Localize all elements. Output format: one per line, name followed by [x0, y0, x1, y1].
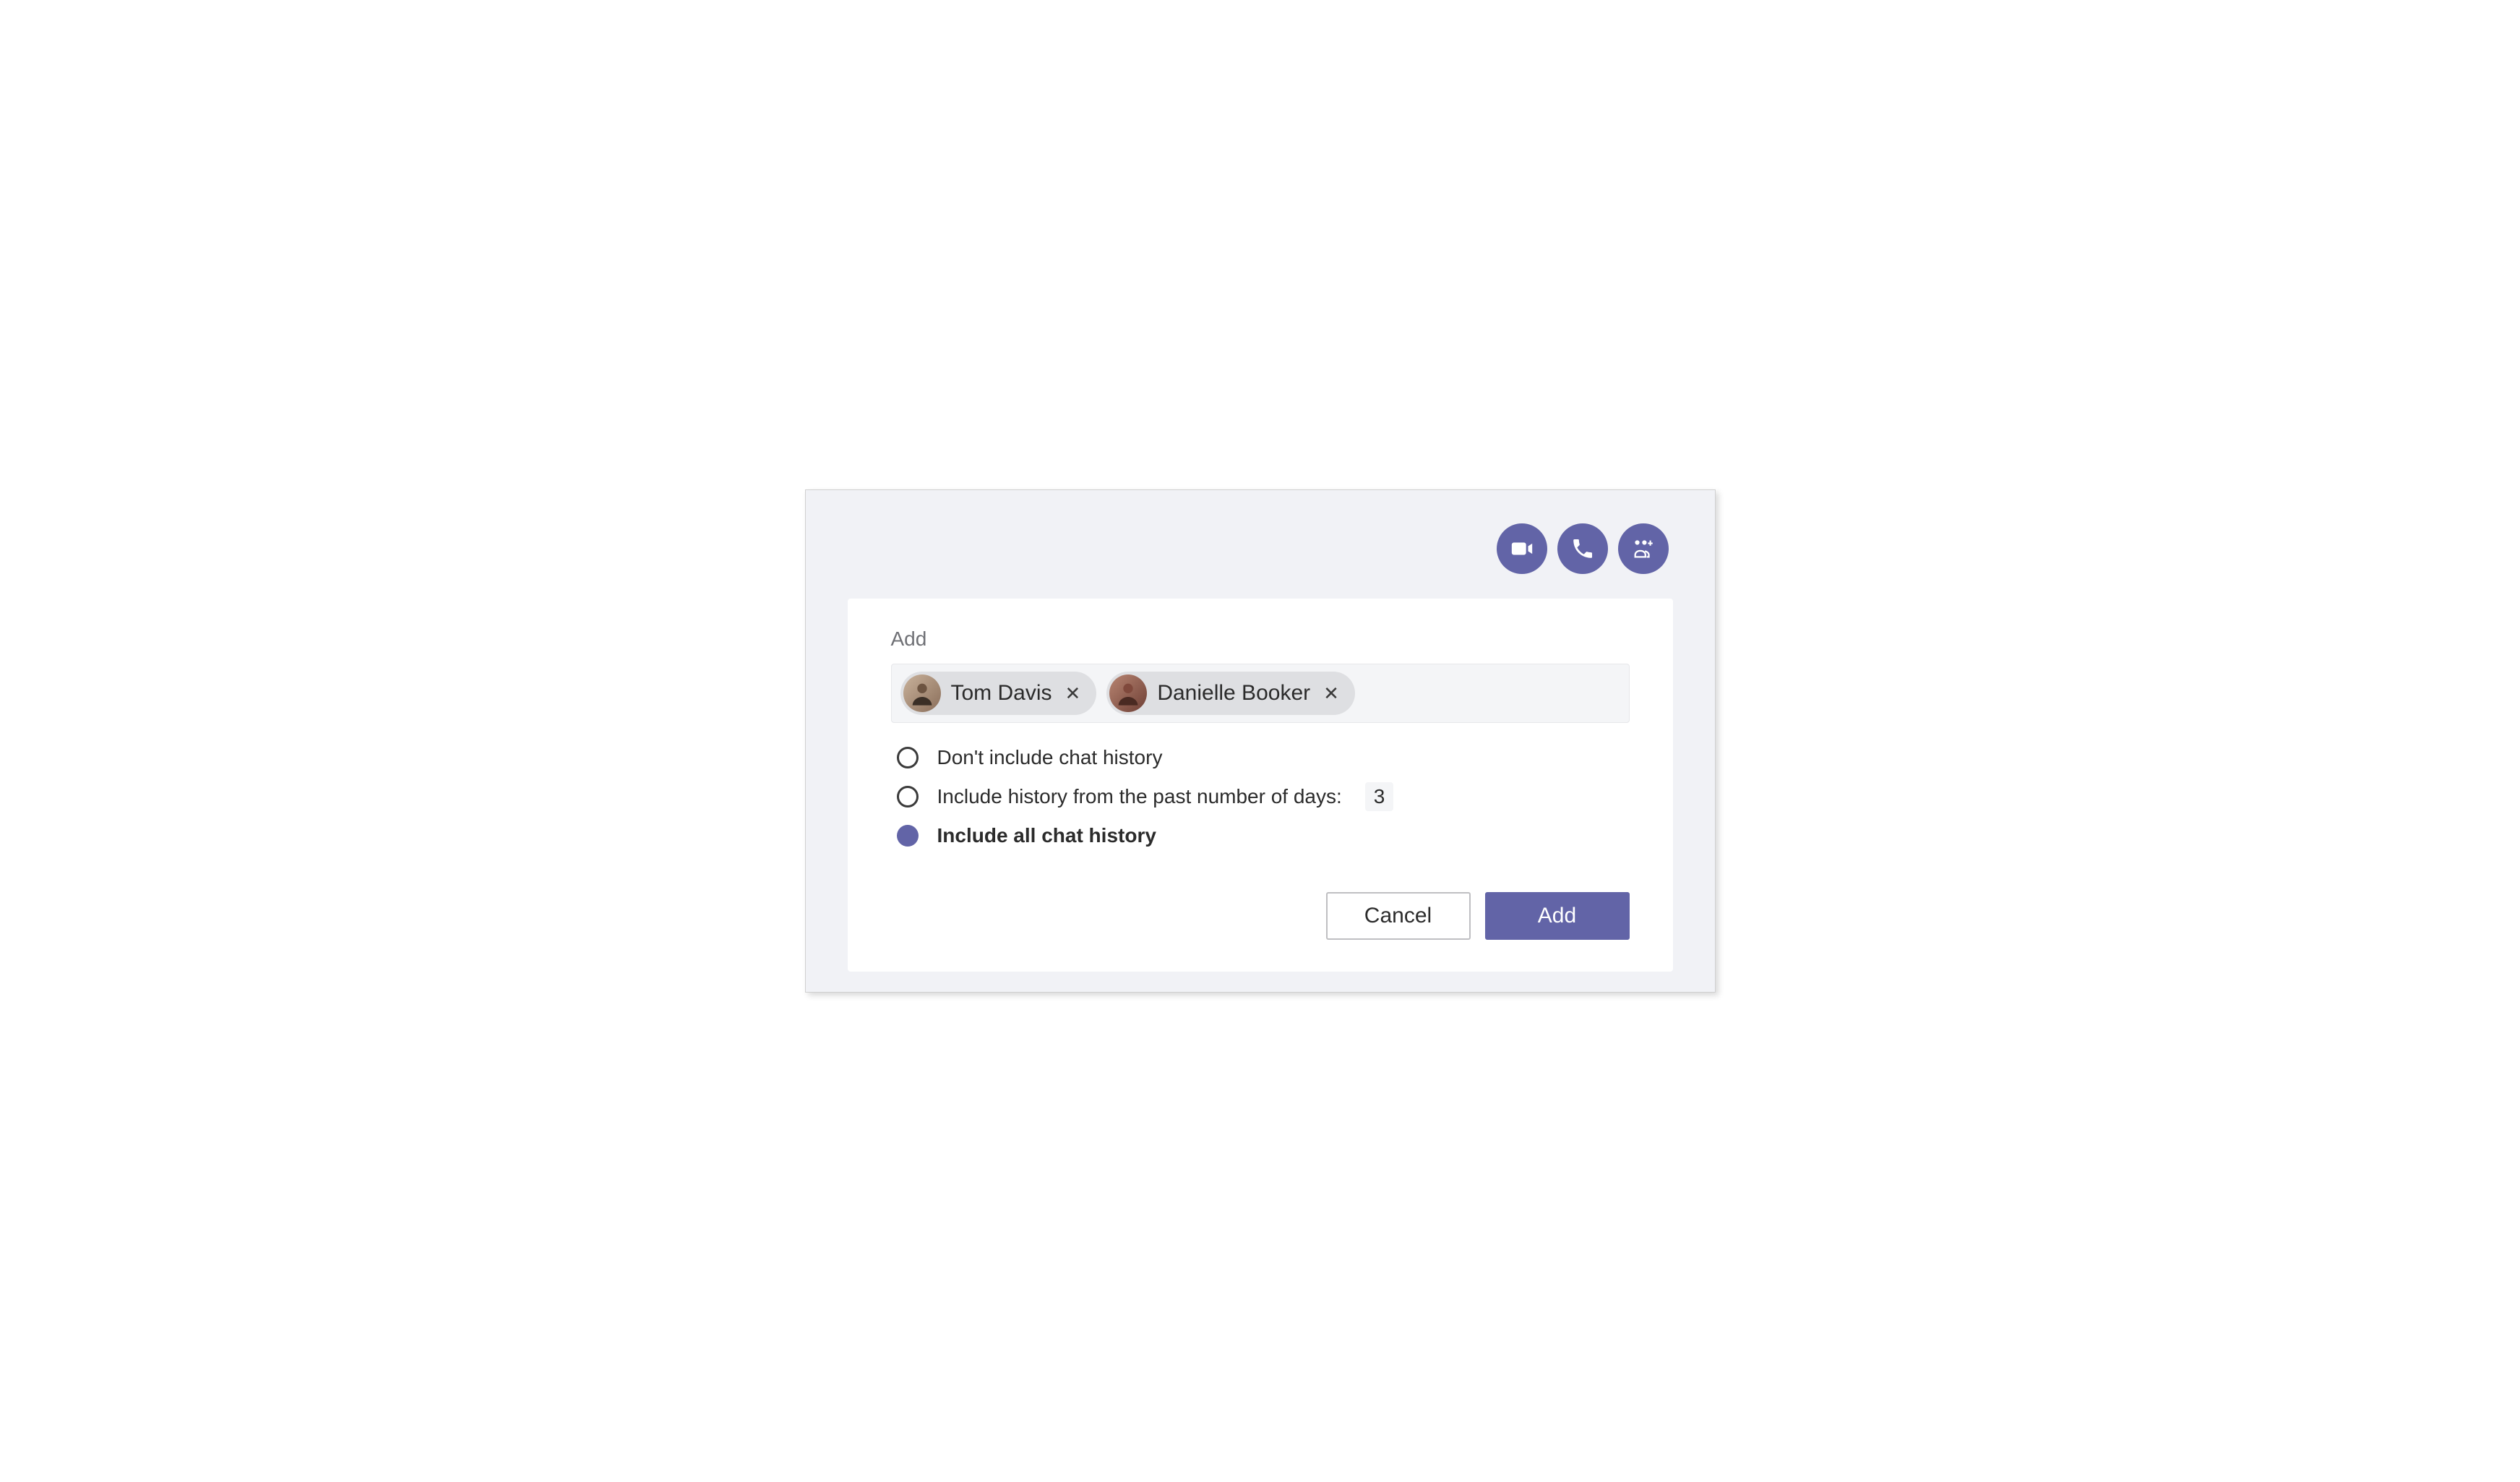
avatar: [903, 674, 941, 712]
participant-name: Danielle Booker: [1157, 681, 1310, 706]
participant-chip: Tom Davis ✕: [900, 672, 1097, 715]
option-none[interactable]: Don't include chat history: [897, 746, 1630, 769]
add-people-button[interactable]: [1618, 523, 1669, 574]
remove-participant-button[interactable]: ✕: [1062, 684, 1084, 703]
action-bar: [826, 510, 1695, 599]
people-input[interactable]: Tom Davis ✕ Danielle Booker ✕: [891, 664, 1630, 723]
option-all[interactable]: Include all chat history: [897, 824, 1630, 847]
option-label: Include history from the past number of …: [937, 785, 1342, 808]
remove-participant-button[interactable]: ✕: [1320, 684, 1342, 703]
dialog-inner: Add Tom Davis ✕ Danielle Booker ✕: [812, 496, 1709, 986]
participant-name: Tom Davis: [951, 681, 1052, 706]
panel-title: Add: [891, 628, 1630, 651]
video-camera-icon: [1510, 536, 1534, 561]
dialog-frame: Add Tom Davis ✕ Danielle Booker ✕: [805, 489, 1716, 993]
history-options: Don't include chat history Include histo…: [897, 746, 1630, 847]
radio-button[interactable]: [897, 825, 919, 847]
add-people-panel: Add Tom Davis ✕ Danielle Booker ✕: [848, 599, 1673, 972]
dialog-buttons: Cancel Add: [891, 892, 1630, 940]
radio-button[interactable]: [897, 786, 919, 808]
phone-icon: [1570, 536, 1595, 561]
option-label: Don't include chat history: [937, 746, 1163, 769]
days-input[interactable]: 3: [1365, 782, 1394, 811]
option-days[interactable]: Include history from the past number of …: [897, 782, 1630, 811]
avatar: [1109, 674, 1147, 712]
video-call-button[interactable]: [1497, 523, 1547, 574]
audio-call-button[interactable]: [1557, 523, 1608, 574]
add-button[interactable]: Add: [1485, 892, 1630, 940]
cancel-button[interactable]: Cancel: [1326, 892, 1471, 940]
participant-chip: Danielle Booker ✕: [1106, 672, 1355, 715]
people-add-icon: [1631, 536, 1656, 561]
radio-button[interactable]: [897, 747, 919, 768]
option-label: Include all chat history: [937, 824, 1156, 847]
